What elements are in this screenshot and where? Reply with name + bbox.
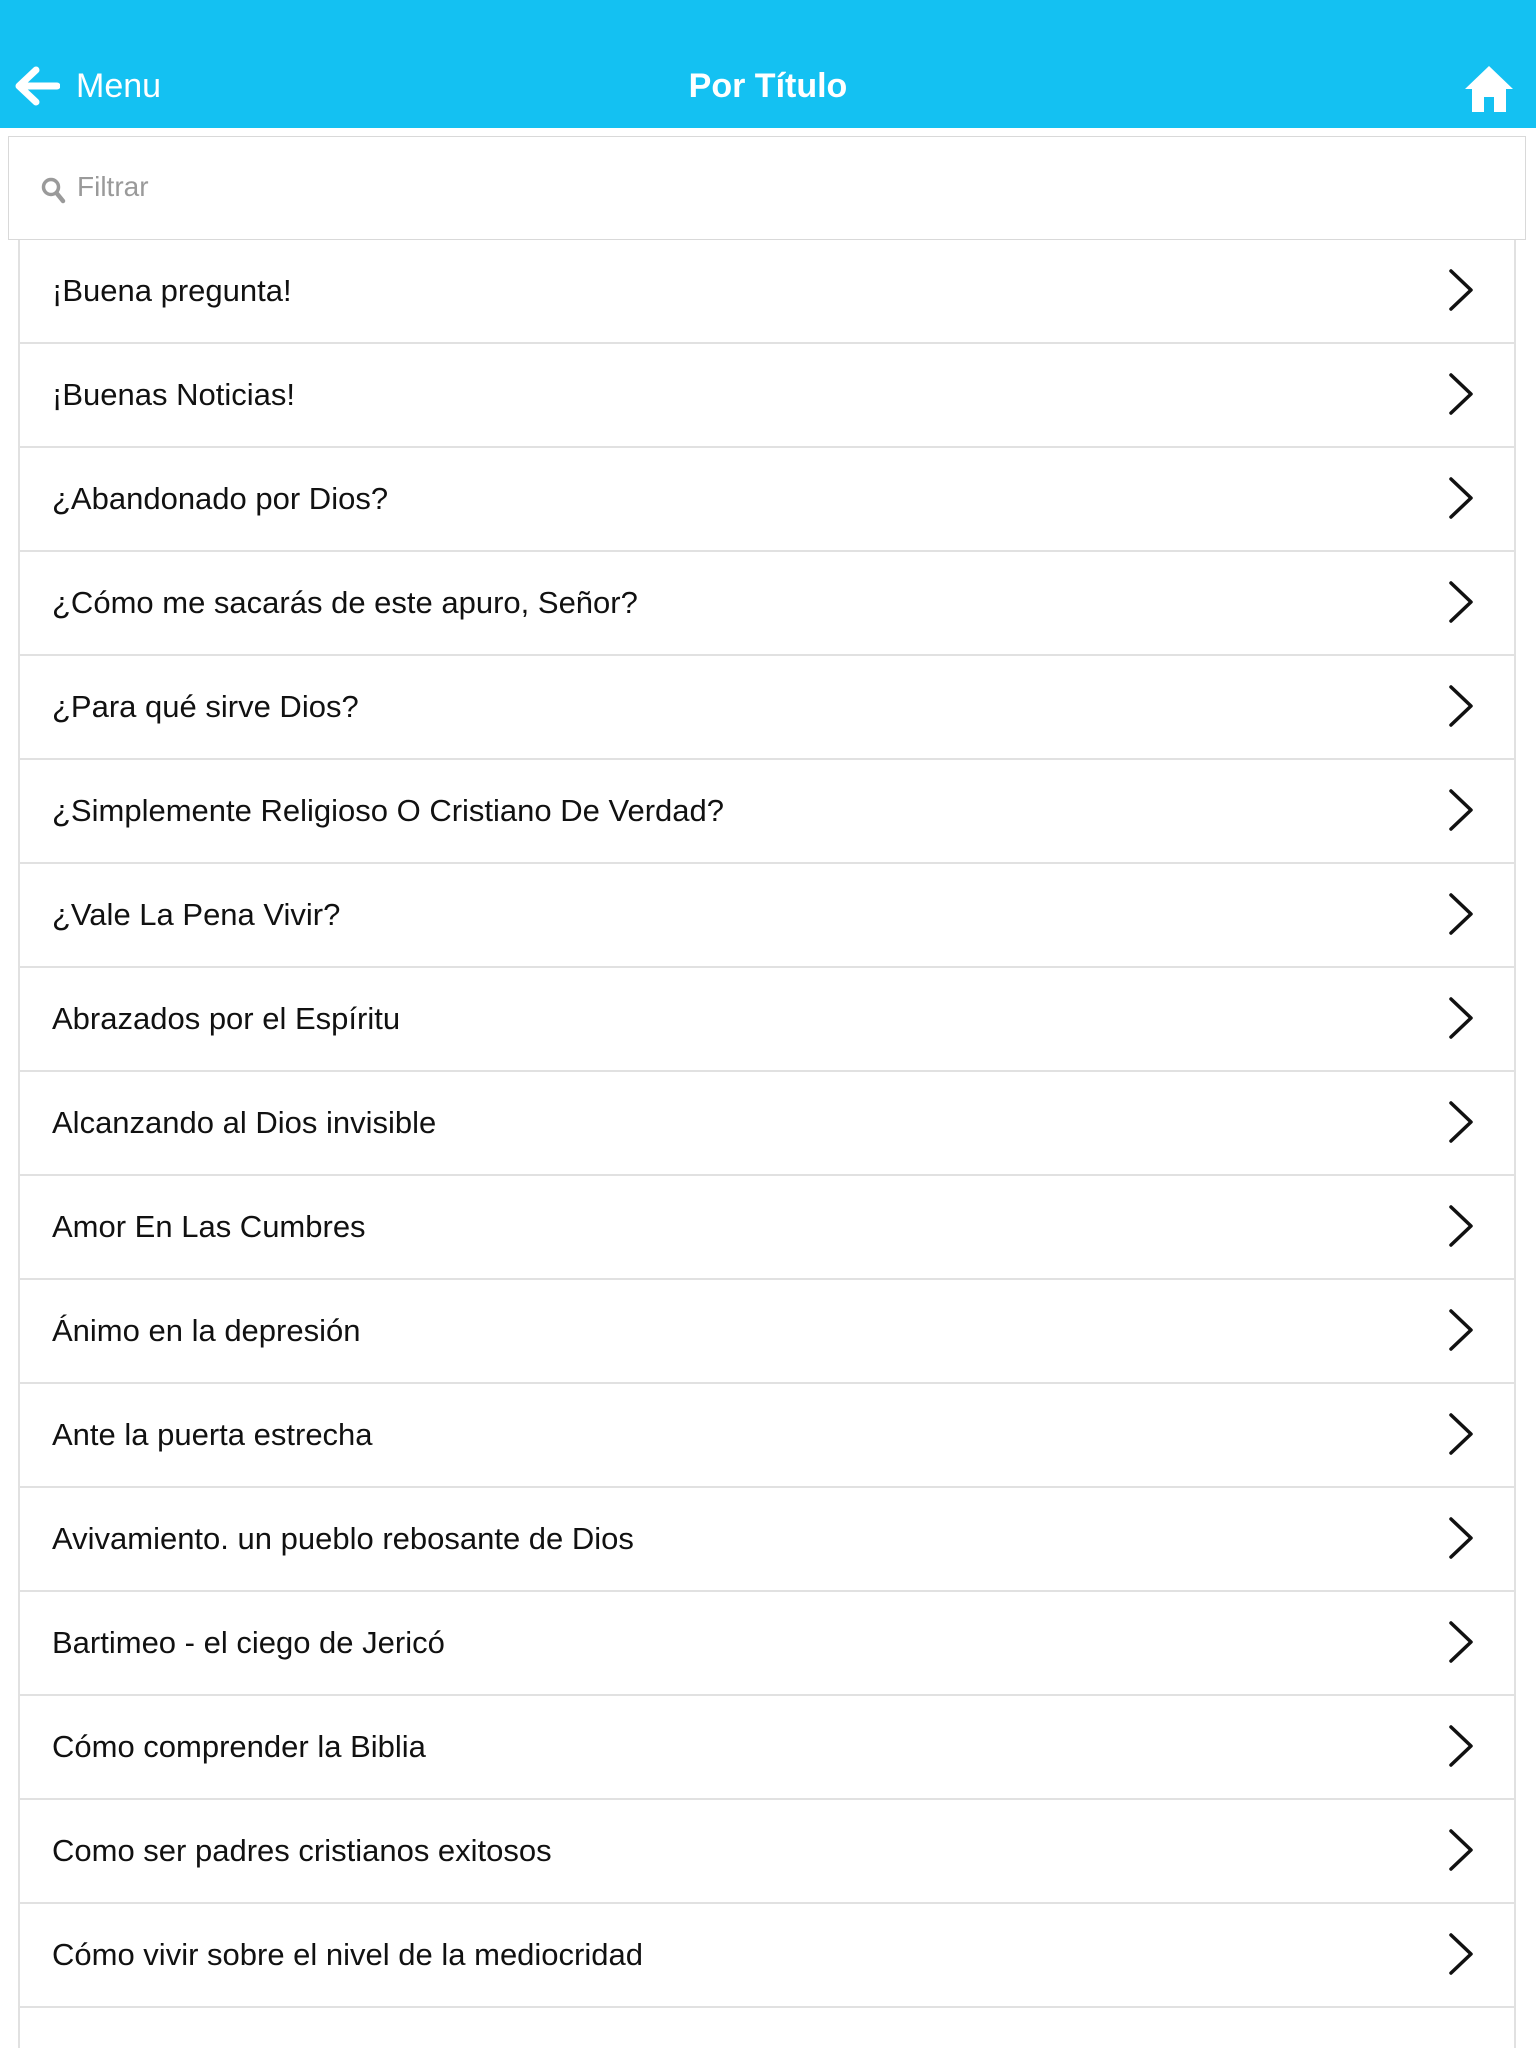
list-item[interactable]: ¡Buenas Noticias!: [20, 344, 1514, 448]
chevron-right-icon: [1446, 372, 1476, 421]
list-item[interactable]: ¿Cómo me sacarás de este apuro, Señor?: [20, 552, 1514, 656]
list-item-label: Ante la puerta estrecha: [52, 1417, 373, 1452]
list-item-label: Ánimo en la depresión: [52, 1313, 361, 1348]
list-item[interactable]: Ante la puerta estrecha: [20, 1384, 1514, 1488]
list-item[interactable]: Ánimo en la depresión: [20, 1280, 1514, 1384]
chevron-right-icon: [1446, 996, 1476, 1045]
list-item-label: Avivamiento. un pueblo rebosante de Dios: [52, 1521, 634, 1556]
list-item[interactable]: Amor En Las Cumbres: [20, 1176, 1514, 1280]
list-item-label: ¿Cómo me sacarás de este apuro, Señor?: [52, 585, 638, 620]
list-item[interactable]: Bartimeo - el ciego de Jericó: [20, 1592, 1514, 1696]
chevron-right-icon: [1446, 892, 1476, 941]
list-item-label: ¡Buenas Noticias!: [52, 377, 295, 412]
list-item-label: Bartimeo - el ciego de Jericó: [52, 1625, 445, 1660]
list-item-label: Amor En Las Cumbres: [52, 1209, 366, 1244]
home-button[interactable]: [1462, 62, 1516, 114]
list-item-label: Abrazados por el Espíritu: [52, 1001, 401, 1036]
chevron-right-icon: [1446, 1516, 1476, 1565]
list-item-label: Cómo vivir sobre el nivel de la mediocri…: [52, 1937, 643, 1972]
list-item-label: ¿Abandonado por Dios?: [52, 481, 389, 516]
chevron-right-icon: [1446, 1932, 1476, 1981]
list-item-label: Alcanzando al Dios invisible: [52, 1105, 437, 1140]
chevron-right-icon: [1446, 1412, 1476, 1461]
list-item[interactable]: Alcanzando al Dios invisible: [20, 1072, 1514, 1176]
list-item[interactable]: ¿Para qué sirve Dios?: [20, 656, 1514, 760]
list-item[interactable]: ¡Buena pregunta!: [20, 240, 1514, 344]
chevron-right-icon: [1446, 268, 1476, 317]
page-title: Por Título: [688, 67, 848, 105]
chevron-right-icon: [1446, 684, 1476, 733]
list-item[interactable]: Abrazados por el Espíritu: [20, 968, 1514, 1072]
chevron-right-icon: [1446, 1204, 1476, 1253]
list-item[interactable]: Avivamiento. un pueblo rebosante de Dios: [20, 1488, 1514, 1592]
list-item[interactable]: ¿Abandonado por Dios?: [20, 448, 1514, 552]
filter-search-bar: [8, 136, 1526, 240]
home-icon: [1465, 66, 1513, 112]
list-item-label: ¿Simplemente Religioso O Cristiano De Ve…: [52, 793, 724, 828]
navigation-bar: Menu Por Título: [0, 0, 1536, 128]
search-icon: [41, 177, 66, 204]
chevron-right-icon: [1446, 476, 1476, 525]
list-item[interactable]: Cómo vivir sobre el nivel de la mediocri…: [20, 1904, 1514, 2008]
chevron-right-icon: [1446, 788, 1476, 837]
chevron-right-icon: [1446, 1828, 1476, 1877]
list-item-label: Como ser padres cristianos exitosos: [52, 1833, 552, 1868]
list-item-label: ¿Vale La Pena Vivir?: [52, 897, 341, 932]
list-item-label: ¿Para qué sirve Dios?: [52, 689, 359, 724]
list-item-label: ¡Buena pregunta!: [52, 273, 292, 308]
chevron-right-icon: [1446, 1100, 1476, 1149]
list-item[interactable]: ¿Simplemente Religioso O Cristiano De Ve…: [20, 760, 1514, 864]
list-item[interactable]: ¿Vale La Pena Vivir?: [20, 864, 1514, 968]
filter-input[interactable]: [77, 161, 1477, 213]
list-item[interactable]: Cómo comprender la Biblia: [20, 1696, 1514, 1800]
chevron-right-icon: [1446, 580, 1476, 629]
list-item[interactable]: Como ser padres cristianos exitosos: [20, 1800, 1514, 1904]
list-item-label: Cómo comprender la Biblia: [52, 1729, 426, 1764]
chevron-right-icon: [1446, 1308, 1476, 1357]
title-list: ¡Buena pregunta! ¡Buenas Noticias! ¿Abando…: [18, 240, 1516, 2048]
chevron-right-icon: [1446, 1620, 1476, 1669]
chevron-right-icon: [1446, 1724, 1476, 1773]
